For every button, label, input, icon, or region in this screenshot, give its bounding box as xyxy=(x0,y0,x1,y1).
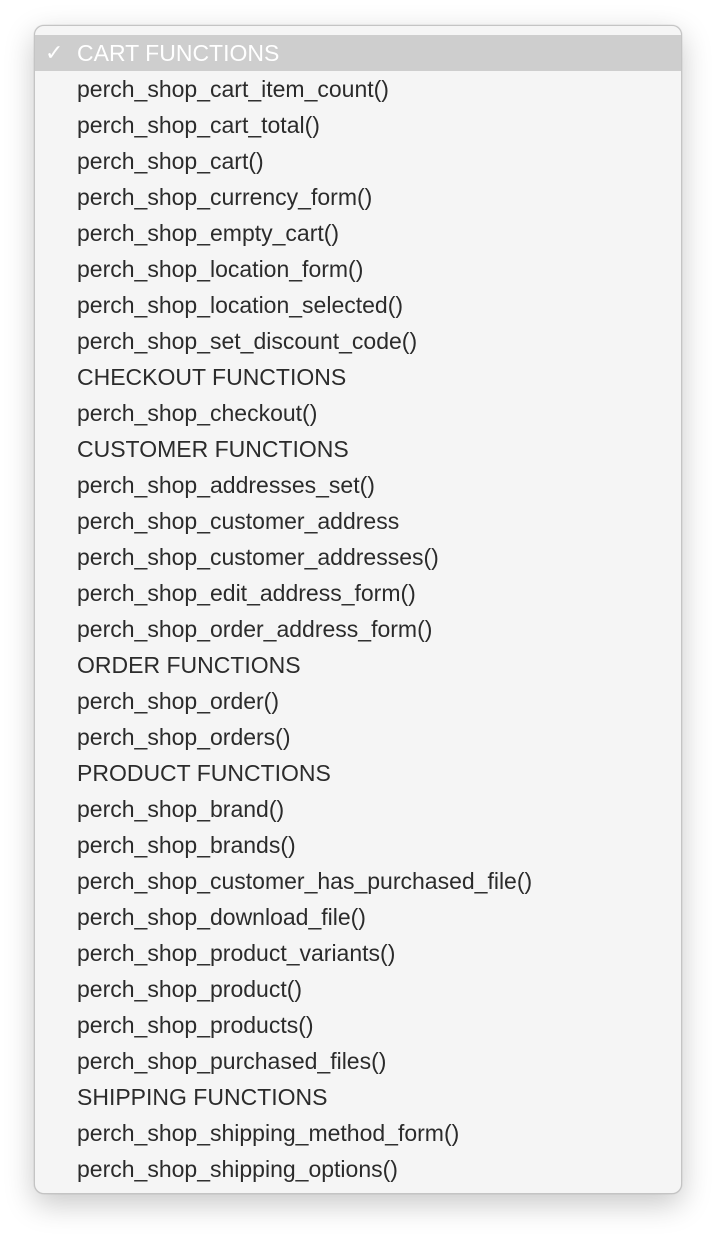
menu-item[interactable]: perch_shop_customer_addresses() xyxy=(35,539,681,575)
menu-item[interactable]: perch_shop_cart_item_count() xyxy=(35,71,681,107)
menu-item-label: perch_shop_shipping_options() xyxy=(77,1156,398,1182)
menu-section-item[interactable]: PRODUCT FUNCTIONS xyxy=(35,755,681,791)
menu-item-label: perch_shop_customer_addresses() xyxy=(77,544,439,570)
menu-item-label: perch_shop_set_discount_code() xyxy=(77,328,418,354)
menu-item-label: perch_shop_edit_address_form() xyxy=(77,580,416,606)
menu-item[interactable]: perch_shop_location_selected() xyxy=(35,287,681,323)
menu-item-label: perch_shop_order() xyxy=(77,688,280,714)
menu-item-label: perch_shop_empty_cart() xyxy=(77,220,340,246)
menu-item[interactable]: perch_shop_brands() xyxy=(35,827,681,863)
menu-item[interactable]: perch_shop_cart_total() xyxy=(35,107,681,143)
menu-item[interactable]: perch_shop_set_discount_code() xyxy=(35,323,681,359)
menu-item-label: perch_shop_purchased_files() xyxy=(77,1048,387,1074)
menu-section-item[interactable]: SHIPPING FUNCTIONS xyxy=(35,1079,681,1115)
menu-section-item[interactable]: ORDER FUNCTIONS xyxy=(35,647,681,683)
checkmark-icon: ✓ xyxy=(45,40,64,65)
menu-item[interactable]: perch_shop_download_file() xyxy=(35,899,681,935)
menu-item-label: CART FUNCTIONS xyxy=(77,40,280,66)
menu-item-label: perch_shop_addresses_set() xyxy=(77,472,375,498)
menu-item-label: perch_shop_checkout() xyxy=(77,400,318,426)
menu-item-label: perch_shop_currency_form() xyxy=(77,184,373,210)
menu-item-label: ORDER FUNCTIONS xyxy=(77,652,301,678)
menu-item-label: perch_shop_customer_has_purchased_file() xyxy=(77,868,533,894)
menu-item-label: perch_shop_product_variants() xyxy=(77,940,396,966)
menu-item[interactable]: perch_shop_customer_has_purchased_file() xyxy=(35,863,681,899)
menu-item[interactable]: perch_shop_product_variants() xyxy=(35,935,681,971)
menu-section-item[interactable]: CHECKOUT FUNCTIONS xyxy=(35,359,681,395)
menu-item-label: PRODUCT FUNCTIONS xyxy=(77,760,331,786)
menu-item[interactable]: perch_shop_purchased_files() xyxy=(35,1043,681,1079)
menu-item[interactable]: perch_shop_edit_address_form() xyxy=(35,575,681,611)
menu-item-label: perch_shop_products() xyxy=(77,1012,314,1038)
menu-item[interactable]: perch_shop_checkout() xyxy=(35,395,681,431)
menu-item[interactable]: perch_shop_shipping_method_form() xyxy=(35,1115,681,1151)
menu-item[interactable]: perch_shop_products() xyxy=(35,1007,681,1043)
menu-item[interactable]: perch_shop_empty_cart() xyxy=(35,215,681,251)
menu-item[interactable]: perch_shop_order() xyxy=(35,683,681,719)
menu-item-label: SHIPPING FUNCTIONS xyxy=(77,1084,328,1110)
menu-item-label: perch_shop_download_file() xyxy=(77,904,366,930)
menu-item[interactable]: perch_shop_brand() xyxy=(35,791,681,827)
menu-item-label: perch_shop_location_selected() xyxy=(77,292,404,318)
menu-item[interactable]: perch_shop_addresses_set() xyxy=(35,467,681,503)
menu-item-label: perch_shop_shipping_method_form() xyxy=(77,1120,460,1146)
menu-item[interactable]: perch_shop_shipping_options() xyxy=(35,1151,681,1187)
menu-item-label: perch_shop_orders() xyxy=(77,724,291,750)
menu-item-label: CUSTOMER FUNCTIONS xyxy=(77,436,349,462)
menu-item[interactable]: perch_shop_location_form() xyxy=(35,251,681,287)
menu-item-label: perch_shop_brand() xyxy=(77,796,285,822)
menu-item[interactable]: perch_shop_currency_form() xyxy=(35,179,681,215)
menu-item-label: perch_shop_cart_item_count() xyxy=(77,76,389,102)
menu-item[interactable]: perch_shop_cart() xyxy=(35,143,681,179)
menu-item[interactable]: perch_shop_product() xyxy=(35,971,681,1007)
menu-item-label: perch_shop_brands() xyxy=(77,832,296,858)
popup-menu: ✓ CART FUNCTIONS perch_shop_cart_item_coun… xyxy=(34,25,682,1194)
menu-item-label: perch_shop_cart_total() xyxy=(77,112,320,138)
menu-item[interactable]: perch_shop_order_address_form() xyxy=(35,611,681,647)
menu-item-label: perch_shop_product() xyxy=(77,976,303,1002)
menu-item-label: perch_shop_cart() xyxy=(77,148,264,174)
menu-item-label: perch_shop_order_address_form() xyxy=(77,616,433,642)
menu-section-item[interactable]: CUSTOMER FUNCTIONS xyxy=(35,431,681,467)
menu-item[interactable]: perch_shop_customer_address xyxy=(35,503,681,539)
menu-item-label: CHECKOUT FUNCTIONS xyxy=(77,364,347,390)
menu-section-item[interactable]: ✓ CART FUNCTIONS xyxy=(35,35,681,71)
menu-item-label: perch_shop_customer_address xyxy=(77,508,400,534)
menu-item[interactable]: perch_shop_orders() xyxy=(35,719,681,755)
menu-item-label: perch_shop_location_form() xyxy=(77,256,364,282)
